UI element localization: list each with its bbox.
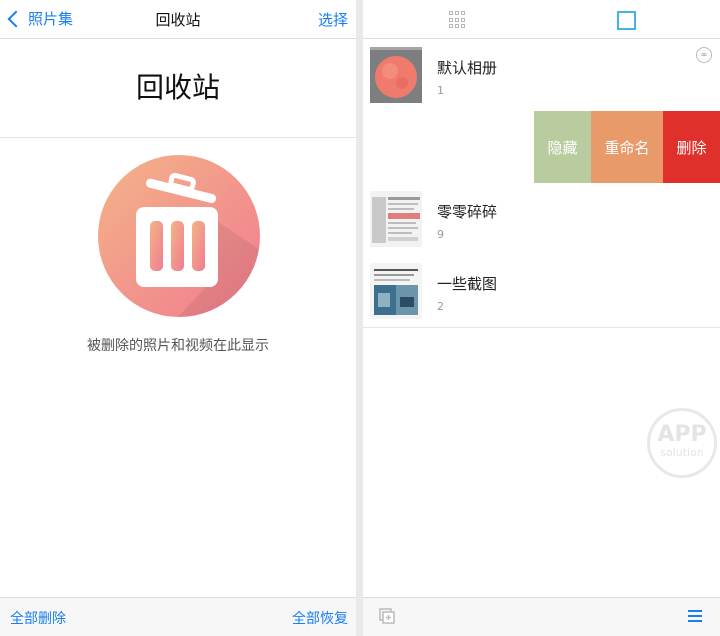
toolbar bbox=[363, 597, 720, 636]
album-name: 零零碎碎 bbox=[437, 203, 498, 221]
single-view-icon[interactable] bbox=[617, 11, 636, 30]
delete-button[interactable]: 删除 bbox=[663, 111, 720, 183]
grid-view-icon[interactable] bbox=[449, 11, 467, 29]
toolbar: 全部删除 全部恢复 bbox=[0, 597, 356, 636]
album-row[interactable]: 一些截图 2 bbox=[363, 255, 720, 328]
album-name: 默认相册 bbox=[437, 59, 498, 77]
album-row[interactable]: 默认相册 1 ∞ bbox=[363, 39, 720, 112]
album-thumbnail bbox=[370, 47, 422, 103]
albums-screen: 默认相册 1 ∞ 隐藏 重命名 删除 零零碎碎 9 一些截图 2 APP sol… bbox=[363, 0, 720, 636]
divider bbox=[0, 137, 356, 138]
swipe-actions: 隐藏 重命名 删除 bbox=[534, 111, 720, 183]
album-thumbnail bbox=[370, 263, 422, 319]
album-count: 9 bbox=[437, 228, 444, 241]
infinity-icon: ∞ bbox=[696, 47, 712, 63]
watermark-logo: APP solution bbox=[647, 408, 717, 478]
delete-all-button[interactable]: 全部删除 bbox=[10, 608, 66, 628]
page-title: 回收站 bbox=[135, 71, 220, 104]
nav-bar: 照片集 回收站 选择 bbox=[0, 0, 356, 39]
list-icon[interactable] bbox=[688, 610, 702, 625]
nav-title: 回收站 bbox=[155, 11, 201, 29]
album-count: 2 bbox=[437, 300, 444, 313]
album-name: 一些截图 bbox=[437, 275, 498, 293]
add-album-icon[interactable] bbox=[379, 608, 395, 624]
hide-button[interactable]: 隐藏 bbox=[534, 111, 591, 183]
album-count: 1 bbox=[437, 84, 444, 97]
rename-button[interactable]: 重命名 bbox=[591, 111, 663, 183]
album-thumbnail bbox=[370, 191, 422, 247]
nav-bar bbox=[363, 0, 720, 39]
album-row[interactable]: 零零碎碎 9 bbox=[363, 183, 720, 256]
restore-all-button[interactable]: 全部恢复 bbox=[292, 608, 348, 628]
empty-message: 被删除的照片和视频在此显示 bbox=[87, 338, 269, 354]
select-button[interactable]: 选择 bbox=[318, 9, 348, 30]
album-row-swiped: 隐藏 重命名 删除 bbox=[363, 111, 720, 184]
trash-icon bbox=[98, 155, 260, 317]
trash-screen: 照片集 回收站 选择 回收站 被删除的照片和视频在此显示 全部删除 全部恢复 bbox=[0, 0, 356, 636]
